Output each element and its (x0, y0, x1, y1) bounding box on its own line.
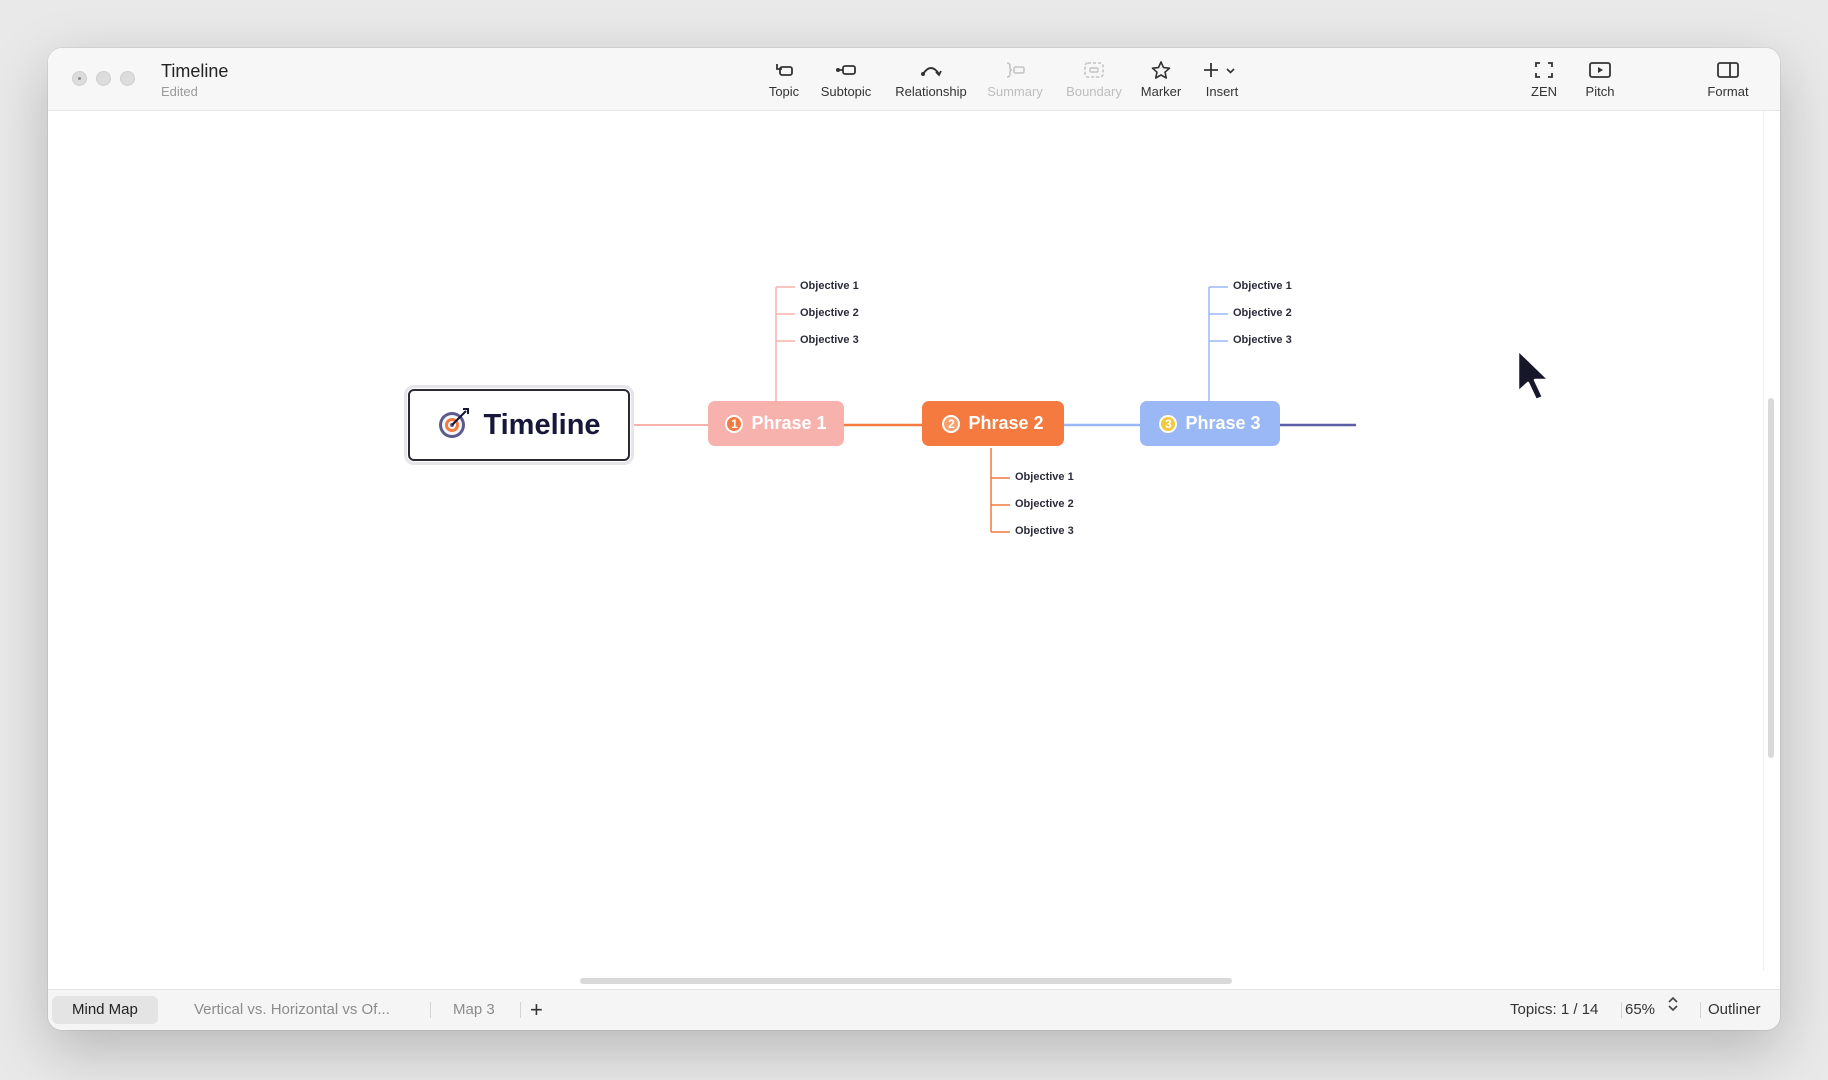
mind-map-canvas[interactable] (48, 111, 1780, 971)
summary-label: Summary (987, 84, 1043, 99)
sheet-tab-vertical-vs-horizontal[interactable]: Vertical vs. Horizontal vs Of... (174, 996, 410, 1024)
subtopic-label: Subtopic (820, 84, 872, 99)
marker-button[interactable]: Marker (1138, 58, 1184, 106)
insert-button[interactable]: Insert (1200, 58, 1244, 106)
root-topic-label: Timeline (483, 408, 601, 441)
objective-item[interactable]: Objective 2 (800, 307, 859, 319)
app-window: Timeline Edited Topic Subtopic Relations… (48, 48, 1780, 1030)
add-sheet-button[interactable]: + (530, 990, 543, 1030)
phase-2-label: Phrase 2 (968, 413, 1044, 433)
zoom-level[interactable]: 65% (1625, 990, 1679, 1030)
topic-button[interactable]: Topic (764, 58, 804, 106)
document-status: Edited (161, 84, 198, 99)
tab-divider (520, 1002, 521, 1018)
phase-topic-1[interactable]: 1 Phrase 1 (708, 401, 844, 446)
stepper-icon[interactable] (1667, 990, 1679, 1030)
sheet-tab-map-3[interactable]: Map 3 (433, 996, 515, 1024)
relationship-icon (919, 58, 943, 82)
number-2-icon: 2 (942, 414, 961, 433)
number-1-icon: 1 (725, 414, 744, 433)
subtopic-icon (834, 58, 858, 82)
horizontal-scrollbar[interactable] (580, 978, 1232, 984)
title-bar: Timeline Edited Topic Subtopic Relations… (48, 48, 1780, 111)
zen-button[interactable]: ZEN (1524, 58, 1564, 106)
format-label: Format (1707, 84, 1749, 99)
topics-count: Topics: 1 / 14 (1510, 1001, 1599, 1018)
zoom-window-button[interactable] (120, 71, 135, 86)
document-title: Timeline (161, 61, 229, 81)
outliner-button[interactable]: Outliner (1708, 990, 1761, 1030)
star-icon (1150, 58, 1172, 82)
pitch-label: Pitch (1585, 84, 1615, 99)
plus-chevron-icon (1203, 58, 1241, 82)
close-window-button[interactable] (72, 71, 87, 86)
phase-1-label: Phrase 1 (751, 413, 827, 433)
vertical-scrollbar[interactable] (1768, 398, 1774, 758)
mouse-cursor-icon (1515, 348, 1555, 409)
status-divider (1700, 1002, 1701, 1018)
fullscreen-icon (1533, 58, 1555, 82)
relationship-button[interactable]: Relationship (890, 58, 972, 106)
marker-label: Marker (1140, 84, 1182, 99)
sheet-bar: Mind Map Vertical vs. Horizontal vs Of..… (48, 989, 1780, 1030)
topic-label: Topic (768, 84, 800, 99)
relationship-label: Relationship (895, 84, 967, 99)
boundary-label: Boundary (1066, 84, 1122, 99)
tab-divider (430, 1002, 431, 1018)
objective-item[interactable]: Objective 3 (1233, 334, 1292, 346)
objective-item[interactable]: Objective 1 (800, 280, 859, 292)
zoom-value: 65% (1625, 1001, 1656, 1018)
sheet-tab-mind-map[interactable]: Mind Map (52, 996, 158, 1024)
play-screen-icon (1588, 58, 1612, 82)
subtopic-button[interactable]: Subtopic (816, 58, 876, 106)
phase-topic-2[interactable]: 2 Phrase 2 (922, 401, 1064, 446)
objective-item[interactable]: Objective 3 (1015, 525, 1074, 537)
number-3-icon: 3 (1159, 414, 1178, 433)
insert-label: Insert (1205, 84, 1239, 99)
sidebar-panel-icon (1716, 58, 1740, 82)
zen-label: ZEN (1531, 84, 1557, 99)
boundary-icon (1082, 58, 1106, 82)
objective-item[interactable]: Objective 2 (1015, 498, 1074, 510)
target-icon (437, 406, 471, 445)
topic-icon (773, 58, 795, 82)
summary-button[interactable]: Summary (984, 58, 1046, 106)
root-topic[interactable]: Timeline (404, 385, 634, 465)
objective-item[interactable]: Objective 2 (1233, 307, 1292, 319)
phase-3-label: Phrase 3 (1185, 413, 1261, 433)
format-button[interactable]: Format (1704, 58, 1752, 106)
canvas-edge (1763, 111, 1764, 971)
objective-item[interactable]: Objective 1 (1015, 471, 1074, 483)
status-divider (1621, 1002, 1622, 1018)
objective-item[interactable]: Objective 1 (1233, 280, 1292, 292)
boundary-button[interactable]: Boundary (1060, 58, 1128, 106)
phase-topic-3[interactable]: 3 Phrase 3 (1140, 401, 1280, 446)
summary-icon (1003, 58, 1027, 82)
minimize-window-button[interactable] (96, 71, 111, 86)
pitch-button[interactable]: Pitch (1580, 58, 1620, 106)
objective-item[interactable]: Objective 3 (800, 334, 859, 346)
